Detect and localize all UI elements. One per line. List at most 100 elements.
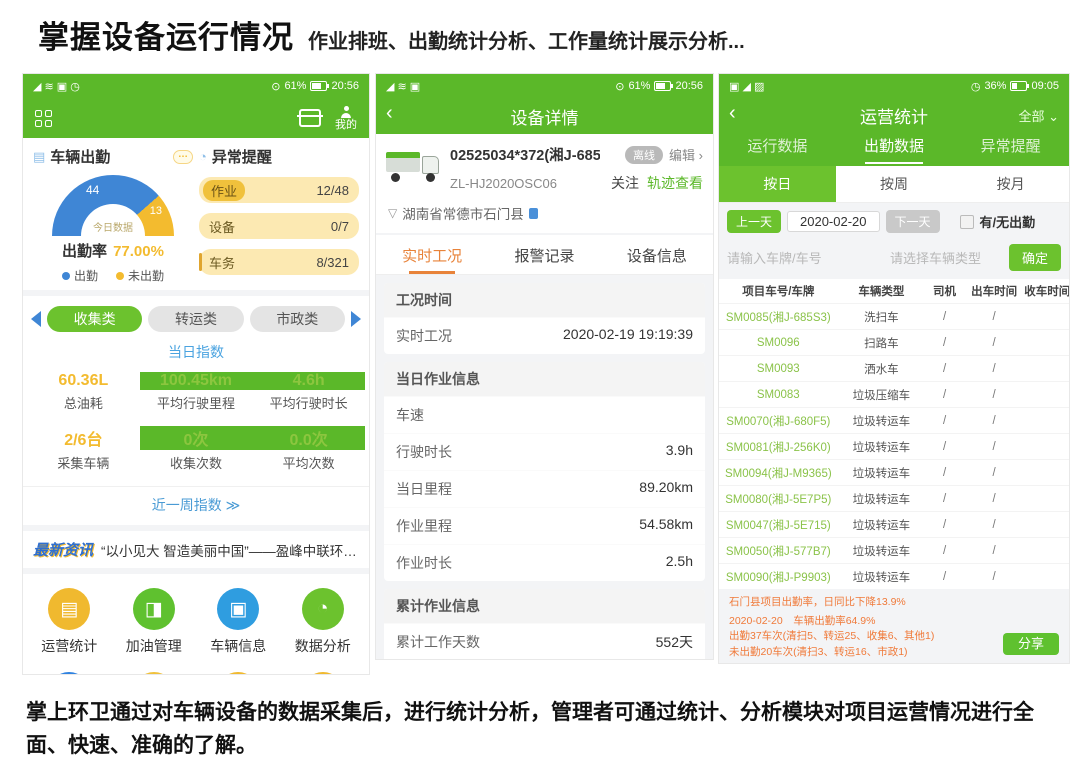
section-title: 当日作业信息 — [384, 362, 705, 396]
prev-category-arrow-icon[interactable] — [31, 311, 41, 327]
back-button[interactable]: ‹ — [729, 102, 736, 125]
app-vehicle-mgmt[interactable]: ⚙车务管理 — [196, 672, 281, 675]
share-button[interactable]: 分享 — [1003, 633, 1059, 655]
alert-value: 0/7 — [331, 219, 349, 234]
stat-collect-vehicles: 2/6台采集车辆 — [27, 426, 140, 472]
app-data-analysis[interactable]: ◔数据分析 — [281, 588, 366, 656]
edit-button[interactable]: 编辑 › — [669, 145, 703, 164]
date-input[interactable]: 2020-02-20 — [787, 211, 880, 232]
device-detail-screen: ◢ ≋ ▣ ⊙ 61% 20:56 ‹ 设备详情 02525034*372(湘J… — [375, 73, 714, 660]
tab-run-data[interactable]: 运行数据 — [719, 132, 836, 166]
confirm-button[interactable]: 确定 — [1009, 244, 1061, 271]
tab-abnormal[interactable]: 异常提醒 — [952, 132, 1069, 166]
truck-image — [386, 144, 442, 184]
tab-by-week[interactable]: 按周 — [836, 166, 953, 202]
table-row[interactable]: SM0085(湘J-685S3)洗扫车// — [719, 303, 1069, 329]
table-row[interactable]: SM0047(湘J-5E715)垃圾转运车// — [719, 511, 1069, 537]
news-badge: 最新资讯 — [33, 539, 93, 560]
profile-button[interactable]: 我的 — [335, 106, 357, 131]
app-accident-log[interactable]: ▦事故记录 — [112, 672, 197, 675]
app-operation-stats[interactable]: ▤运营统计 — [27, 588, 112, 656]
alert-row-device[interactable]: 设备 0/7 — [199, 213, 359, 239]
gauge-present-count: 44 — [86, 183, 99, 197]
alert-value: 12/48 — [316, 183, 349, 198]
alert-value: 8/321 — [316, 255, 349, 270]
alert-row-work[interactable]: 作业 12/48 — [199, 177, 359, 203]
next-category-arrow-icon[interactable] — [351, 311, 361, 327]
summary-day2-title: 2020-02-19 车辆出勤率75.4% — [729, 663, 1059, 664]
screen-title: 运营统计 — [860, 103, 928, 128]
qr-grid-icon[interactable] — [35, 110, 52, 127]
follow-button[interactable]: 关注 — [611, 173, 639, 193]
table-row[interactable]: SM0080(湘J-5E7P5)垃圾转运车// — [719, 485, 1069, 511]
tab-collection[interactable]: 收集类 — [47, 306, 142, 332]
attendance-panel: ▤ 车辆出勤 … 44 13 今日数据 出勤率77.00% 出勤 未出勤 — [33, 146, 193, 284]
stat-avg-times: 0.0次平均次数 — [252, 426, 365, 472]
table-row[interactable]: SM0083垃圾压缩车// — [719, 381, 1069, 407]
rate-label: 出勤率 — [62, 243, 107, 260]
all-filter-dropdown[interactable]: 全部 ⌄ — [1018, 106, 1059, 125]
battery-percent: 36% — [984, 80, 1006, 92]
section-total: 累计作业信息 累计工作天数552天 累计总里程41951.31km 累计作业里程… — [384, 589, 705, 660]
scan-icon[interactable] — [299, 109, 321, 127]
attendance-checkbox[interactable] — [960, 215, 974, 229]
page-subtitle: 作业排班、出勤统计分析、工作量统计展示分析... — [308, 31, 745, 53]
tab-realtime[interactable]: 实时工况 — [376, 235, 488, 274]
kv-row: 车速 — [384, 396, 705, 433]
track-view-link[interactable]: 轨迹查看 — [647, 173, 703, 193]
app-grid: ▤运营统计 ◨加油管理 ▣车辆信息 ◔数据分析 ⚒维修使用 ▦事故记录 ⚙车务管… — [23, 574, 369, 675]
alert-label: 作业 — [203, 180, 245, 201]
attendance-gauge: 44 13 今日数据 — [52, 175, 174, 236]
kv-row: 行驶时长3.9h — [384, 433, 705, 470]
kv-row: 实时工况2020-02-19 19:19:39 — [384, 317, 705, 354]
prev-day-button[interactable]: 上一天 — [727, 210, 781, 233]
stat-collect-times: 0次收集次数 — [140, 426, 253, 472]
blue-dot-icon — [62, 272, 70, 280]
person-marker-icon — [529, 208, 538, 219]
app-repair[interactable]: ⚒维修使用 — [27, 672, 112, 675]
tab-by-month[interactable]: 按月 — [952, 166, 1069, 202]
table-row[interactable]: SM0070(湘J-680F5)垃圾转运车// — [719, 407, 1069, 433]
app-parts-mall[interactable]: ❖配件商城 — [281, 672, 366, 675]
week-index-link[interactable]: 近一周指数 ≫ — [23, 486, 369, 525]
tab-by-day[interactable]: 按日 — [719, 166, 836, 202]
app-fuel-mgmt[interactable]: ◨加油管理 — [112, 588, 197, 656]
tab-alarms[interactable]: 报警记录 — [488, 235, 600, 274]
status-time: 20:56 — [675, 80, 703, 92]
accident-log-icon: ▦ — [133, 672, 175, 675]
summary-headline: 石门县项目出勤率，日同比下降13.9% — [729, 596, 1059, 610]
battery-percent: 61% — [628, 80, 650, 92]
status-time: 09:05 — [1031, 80, 1059, 92]
plate-search-input[interactable]: 请输入车牌/车号 — [727, 248, 862, 267]
table-row[interactable]: SM0096扫路车// — [719, 329, 1069, 355]
back-button[interactable]: ‹ — [386, 102, 393, 125]
status-bar: ◢ ≋ ▣ ⊙ 61% 20:56 — [376, 74, 713, 98]
vehicle-mgmt-icon: ⚙ — [217, 672, 259, 675]
news-bar[interactable]: 最新资讯 “以小见大 智造美丽中国”——盈峰中联环境... — [23, 531, 369, 574]
more-button[interactable]: … — [173, 150, 193, 164]
app-vehicle-info[interactable]: ▣车辆信息 — [196, 588, 281, 656]
kv-row: 当日里程89.20km — [384, 470, 705, 507]
table-row[interactable]: SM0050(湘J-577B7)垃圾转运车// — [719, 537, 1069, 563]
table-row[interactable]: SM0093洒水车// — [719, 355, 1069, 381]
table-row[interactable]: SM0094(湘J-M9365)垃圾转运车// — [719, 459, 1069, 485]
vehicle-type-select[interactable]: 请选择车辆类型 — [868, 248, 1003, 267]
alert-row-vehicle[interactable]: 车务 8/321 — [199, 249, 359, 275]
table-header: 项目车号/车牌车辆类型司机出车时间收车时间 — [719, 279, 1069, 303]
tab-municipal[interactable]: 市政类 — [250, 306, 345, 332]
fuel-mgmt-icon: ◨ — [133, 588, 175, 630]
operation-stats-screen: ▣ ◢ ▨ ◷ 36% 09:05 ‹ 运营统计 全部 ⌄ 运行数据 出勤数据 … — [718, 73, 1070, 664]
table-row[interactable]: SM0081(湘J-256K0)垃圾转运车// — [719, 433, 1069, 459]
vehicle-info-icon: ▣ — [217, 588, 259, 630]
tab-device-info[interactable]: 设备信息 — [601, 235, 713, 274]
section-title: 工况时间 — [384, 283, 705, 317]
alerts-title: 异常提醒 — [212, 146, 272, 167]
news-text: “以小见大 智造美丽中国”——盈峰中联环境... — [101, 540, 359, 560]
tab-attendance-data[interactable]: 出勤数据 — [836, 132, 953, 166]
table-row[interactable]: SM0090(湘J-P9903)垃圾转运车// — [719, 563, 1069, 589]
location-marker-icon: ▽ — [388, 206, 397, 220]
tab-transfer[interactable]: 转运类 — [148, 306, 243, 332]
next-day-button[interactable]: 下一天 — [886, 210, 940, 233]
gauge-center-label: 今日数据 — [52, 219, 174, 234]
summary-day1-title: 2020-02-20 车辆出勤率64.9% — [729, 615, 1059, 629]
